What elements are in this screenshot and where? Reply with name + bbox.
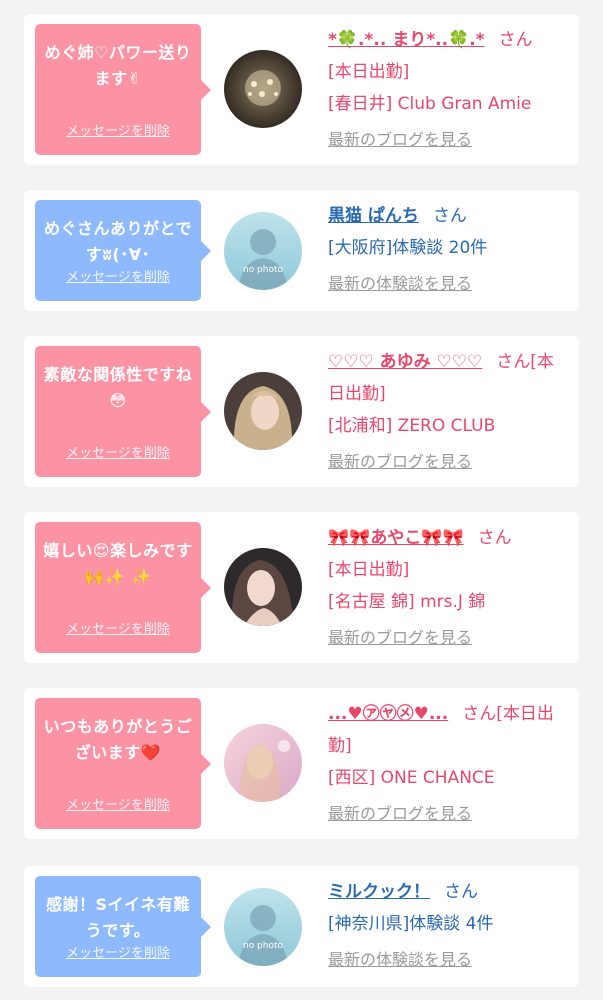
review-count: [神奈川県]体験談 4件 <box>328 914 494 934</box>
sender-name-link[interactable]: *🍀.*.. まり*..🍀.* <box>328 30 485 50</box>
honorific: さん <box>432 206 467 226</box>
sender-name-link[interactable]: 黒猫 ぱんち <box>328 206 419 226</box>
message-bubble: 素敵な関係性ですね😳 メッセージを削除 <box>35 346 211 477</box>
no-photo-label: no photo <box>243 941 284 951</box>
avatar[interactable] <box>224 372 302 450</box>
message-bubble: めぐ姉♡パワー送ります✌ メッセージを削除 <box>35 24 211 155</box>
no-photo-icon: no photo <box>224 212 302 290</box>
avatar[interactable] <box>224 548 302 626</box>
delete-message-link[interactable]: メッセージを削除 <box>35 794 201 813</box>
message-bubble: いつもありがとうございます❤️ メッセージを削除 <box>35 698 211 829</box>
latest-blog-link[interactable]: 最新のブログを見る <box>328 798 569 830</box>
honorific: さん <box>444 882 478 902</box>
delete-message-link[interactable]: メッセージを削除 <box>35 942 201 961</box>
avatar[interactable] <box>224 50 302 128</box>
portrait-photo-icon <box>224 548 302 626</box>
latest-review-link[interactable]: 最新の体験談を見る <box>328 268 569 300</box>
message-text: 素敵な関係性ですね😳 <box>43 365 193 410</box>
no-photo-label: no photo <box>243 265 284 275</box>
work-status: [本日出勤] <box>328 62 410 82</box>
portrait-photo-icon <box>224 372 302 450</box>
shop-detail: [春日井] Club Gran Amie <box>328 94 532 114</box>
message-text: 嬉しい😍楽しみです🙌✨ ✨ <box>43 541 193 586</box>
message-card: めぐ姉♡パワー送ります✌ メッセージを削除 *🍀.*.. まり*..🍀.* さん … <box>24 14 579 165</box>
work-status: [本日出勤] <box>328 560 410 580</box>
honorific: さん <box>498 30 533 50</box>
message-bubble: 感謝！Sイイネ有難うです。 メッセージを削除 <box>35 876 211 977</box>
latest-blog-link[interactable]: 最新のブログを見る <box>328 622 569 654</box>
message-card: いつもありがとうございます❤️ メッセージを削除 ...♥㋐㋳㋱♥... さん[本… <box>24 688 579 839</box>
sender-name-link[interactable]: ミルクック！ <box>328 882 430 902</box>
sender-info: 黒猫 ぱんち さん [大阪府]体験談 20件 最新の体験談を見る <box>328 200 569 300</box>
sender-info: *🍀.*.. まり*..🍀.* さん [本日出勤] [春日井] Club Gran… <box>328 24 569 156</box>
sender-name-link[interactable]: ...♥㋐㋳㋱♥... <box>328 704 448 724</box>
latest-blog-link[interactable]: 最新のブログを見る <box>328 446 569 478</box>
delete-message-link[interactable]: メッセージを削除 <box>35 442 201 461</box>
shop-detail: [北浦和] ZERO CLUB <box>328 416 496 436</box>
avatar[interactable]: no photo <box>224 888 302 966</box>
sender-info: ミルクック！ さん [神奈川県]体験談 4件 最新の体験談を見る <box>328 876 569 976</box>
sender-info: ...♥㋐㋳㋱♥... さん[本日出勤] [西区] ONE CHANCE 最新のブ… <box>328 698 569 830</box>
shop-detail: [名古屋 錦] mrs.J 錦 <box>328 592 486 612</box>
sender-name-link[interactable]: 🎀🎀あやこ🎀🎀 <box>328 528 464 548</box>
latest-review-link[interactable]: 最新の体験談を見る <box>328 944 569 976</box>
sender-info: ♡♡♡ あゆみ ♡♡♡ さん[本日出勤] [北浦和] ZERO CLUB 最新のブ… <box>328 346 569 478</box>
chandelier-photo-icon <box>224 50 302 128</box>
sender-name-link[interactable]: ♡♡♡ あゆみ ♡♡♡ <box>328 352 482 372</box>
message-bubble: 嬉しい😍楽しみです🙌✨ ✨ メッセージを削除 <box>35 522 211 653</box>
review-count: [大阪府]体験談 20件 <box>328 238 488 258</box>
delete-message-link[interactable]: メッセージを削除 <box>35 266 201 285</box>
honorific: さん <box>496 352 531 372</box>
delete-message-link[interactable]: メッセージを削除 <box>35 120 201 139</box>
message-card: 素敵な関係性ですね😳 メッセージを削除 ♡♡♡ あゆみ ♡♡♡ さん[本日出勤] … <box>24 336 579 487</box>
message-card: めぐさんありがとですʬ(･∀･ メッセージを削除 no photo 黒猫 ぱんち… <box>24 190 579 311</box>
shop-detail: [西区] ONE CHANCE <box>328 768 495 788</box>
latest-blog-link[interactable]: 最新のブログを見る <box>328 124 569 156</box>
avatar[interactable] <box>224 724 302 802</box>
sender-info: 🎀🎀あやこ🎀🎀 さん [本日出勤] [名古屋 錦] mrs.J 錦 最新のブログを… <box>328 522 569 654</box>
message-card: 感謝！Sイイネ有難うです。 メッセージを削除 no photo ミルクック！ さん… <box>24 866 579 987</box>
message-text: めぐさんありがとですʬ(･∀･ <box>43 219 193 264</box>
message-text: いつもありがとうございます❤️ <box>43 717 193 762</box>
delete-message-link[interactable]: メッセージを削除 <box>35 618 201 637</box>
no-photo-icon: no photo <box>224 888 302 966</box>
message-text: めぐ姉♡パワー送ります✌ <box>44 43 192 88</box>
message-card: 嬉しい😍楽しみです🙌✨ ✨ メッセージを削除 🎀🎀あやこ🎀🎀 さん [本日出勤] … <box>24 512 579 663</box>
honorific: さん <box>477 528 512 548</box>
message-bubble: めぐさんありがとですʬ(･∀･ メッセージを削除 <box>35 200 211 301</box>
pink-photo-icon <box>224 724 302 802</box>
avatar[interactable]: no photo <box>224 212 302 290</box>
honorific: さん <box>462 704 497 724</box>
message-text: 感謝！Sイイネ有難うです。 <box>45 895 191 940</box>
